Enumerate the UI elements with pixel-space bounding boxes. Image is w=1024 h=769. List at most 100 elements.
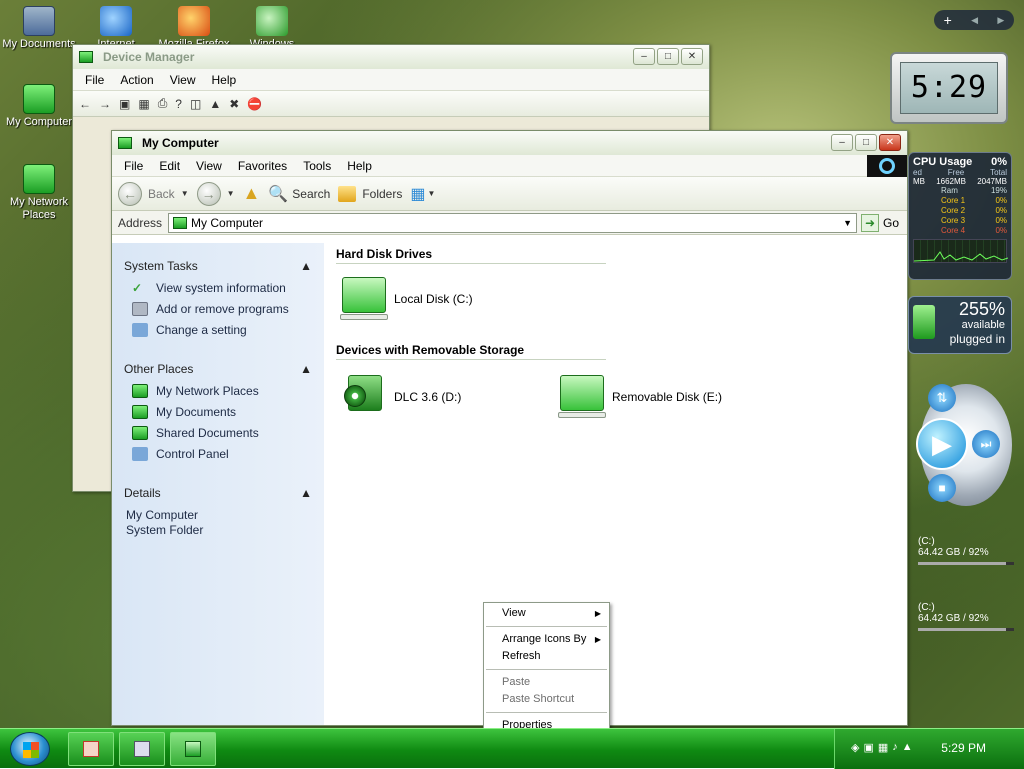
- menu-help[interactable]: Help: [339, 159, 380, 173]
- next-icon[interactable]: ▶: [997, 15, 1004, 26]
- address-dropdown-icon[interactable]: ▼: [843, 218, 852, 228]
- minimize-button[interactable]: –: [831, 134, 853, 151]
- battery-gadget[interactable]: 255% available plugged in: [908, 296, 1012, 354]
- disable-icon[interactable]: ✖: [229, 97, 239, 111]
- removable-disk-e[interactable]: Removable Disk (E:): [558, 375, 722, 419]
- back-arrow-icon[interactable]: ←: [79, 97, 91, 111]
- update-tray-icon[interactable]: ▲: [902, 741, 913, 754]
- folders-button[interactable]: Folders: [338, 185, 402, 202]
- forward-arrow-icon[interactable]: →: [99, 97, 111, 111]
- system-tasks-group: System Tasks ▲ ✓ View system information A…: [124, 259, 312, 338]
- media-player-gadget[interactable]: ▶ ⇅ ⏭ ■: [912, 380, 1012, 510]
- console-tree-icon[interactable]: ▣: [119, 97, 130, 111]
- removable-drive-icon: [558, 375, 606, 419]
- computer-icon: [185, 741, 201, 757]
- add-gadget-icon[interactable]: +: [944, 12, 952, 28]
- back-arrow-icon: ←: [118, 181, 142, 206]
- menu-file[interactable]: File: [77, 73, 112, 87]
- print-icon[interactable]: ⎙: [158, 96, 168, 111]
- local-disk-c[interactable]: Local Disk (C:): [340, 277, 473, 321]
- context-arrange-icons[interactable]: Arrange Icons By ▶: [484, 631, 609, 648]
- update-driver-icon[interactable]: ▲: [209, 97, 221, 111]
- help-icon[interactable]: ?: [175, 97, 182, 111]
- menu-view[interactable]: View: [188, 159, 230, 173]
- search-button[interactable]: 🔍 Search: [268, 184, 330, 204]
- device-manager-icon: [79, 51, 93, 63]
- my-computer-titlebar[interactable]: My Computer – □ ✕: [112, 131, 907, 155]
- network-places-link[interactable]: My Network Places: [132, 384, 312, 399]
- details-header[interactable]: Details ▲: [124, 486, 312, 500]
- menu-tools[interactable]: Tools: [295, 159, 339, 173]
- up-folder-button[interactable]: ▲: [243, 183, 261, 204]
- stop-button[interactable]: ■: [928, 474, 956, 502]
- maximize-button[interactable]: □: [855, 134, 877, 151]
- display-tray-icon[interactable]: ▣: [863, 741, 873, 754]
- safely-remove-tray-icon[interactable]: ▦: [878, 741, 888, 754]
- clock-display: 5:29: [900, 62, 998, 114]
- maximize-button[interactable]: □: [657, 48, 679, 65]
- menu-separator: [486, 626, 607, 627]
- menu-view[interactable]: View: [162, 73, 204, 87]
- collapse-icon[interactable]: ▲: [300, 259, 312, 273]
- my-documents-desktop-icon[interactable]: My Documents: [0, 6, 78, 51]
- views-button[interactable]: ▦ ▼: [410, 184, 435, 204]
- view-system-information-link[interactable]: ✓ View system information: [132, 281, 312, 296]
- close-button[interactable]: ✕: [681, 48, 703, 65]
- shuffle-button[interactable]: ⇅: [928, 384, 956, 412]
- my-computer-desktop-icon[interactable]: My Computer: [0, 84, 78, 129]
- clock-gadget[interactable]: 5:29: [890, 52, 1008, 124]
- properties-icon[interactable]: ▦: [138, 97, 149, 111]
- menu-help[interactable]: Help: [204, 73, 245, 87]
- next-track-button[interactable]: ⏭: [972, 430, 1000, 458]
- windows-logo-throbber: [867, 155, 907, 177]
- forward-button[interactable]: → ▼: [196, 181, 235, 206]
- system-tasks-header[interactable]: System Tasks ▲: [124, 259, 312, 273]
- context-paste[interactable]: Paste: [484, 674, 609, 691]
- dlc-drive-d[interactable]: DLC 3.6 (D:): [340, 375, 461, 419]
- content-pane[interactable]: Hard Disk Drives Local Disk (C:) Devices…: [324, 243, 907, 725]
- menu-separator: [486, 712, 607, 713]
- device-manager-titlebar[interactable]: Device Manager – □ ✕: [73, 45, 709, 69]
- context-properties[interactable]: Properties: [484, 717, 609, 728]
- add-remove-programs-link[interactable]: Add or remove programs: [132, 302, 312, 317]
- cpu-graph: [913, 239, 1008, 263]
- menu-file[interactable]: File: [116, 159, 151, 173]
- menu-action[interactable]: Action: [112, 73, 161, 87]
- uninstall-icon[interactable]: ⛔: [247, 97, 262, 111]
- drive-c-gadget[interactable]: (C:) 64.42 GB / 92%: [918, 536, 1014, 565]
- collapse-icon[interactable]: ▲: [300, 362, 312, 376]
- window-title: My Computer: [142, 136, 219, 150]
- close-button[interactable]: ✕: [879, 134, 901, 151]
- drive-c-gadget-2[interactable]: (C:) 64.42 GB / 92%: [918, 602, 1014, 631]
- network-tray-icon[interactable]: ◈: [851, 741, 859, 754]
- context-refresh[interactable]: Refresh: [484, 648, 609, 665]
- previous-icon[interactable]: ◀: [971, 15, 978, 26]
- taskbar-item-my-computer[interactable]: [170, 732, 216, 766]
- minimize-button[interactable]: –: [633, 48, 655, 65]
- change-setting-link[interactable]: Change a setting: [132, 323, 312, 338]
- my-documents-link[interactable]: My Documents: [132, 405, 312, 420]
- cpu-usage-gadget[interactable]: CPU Usage 0% ed Free Total MB 1662MB 2047MB R…: [908, 152, 1012, 280]
- taskbar-clock[interactable]: 5:29 PM: [941, 741, 986, 755]
- go-button[interactable]: ➜ Go: [860, 213, 899, 232]
- play-button[interactable]: ▶: [916, 418, 968, 470]
- control-panel-link[interactable]: Control Panel: [132, 447, 312, 462]
- shared-documents-link[interactable]: Shared Documents: [132, 426, 312, 441]
- taskbar-item-device-manager[interactable]: [119, 732, 165, 766]
- context-view[interactable]: View ▶: [484, 605, 609, 622]
- address-field[interactable]: My Computer ▼: [168, 212, 857, 233]
- start-button[interactable]: [10, 732, 50, 766]
- control-panel-icon: [132, 323, 148, 337]
- menu-edit[interactable]: Edit: [151, 159, 188, 173]
- collapse-icon[interactable]: ▲: [300, 486, 312, 500]
- context-paste-shortcut[interactable]: Paste Shortcut: [484, 691, 609, 708]
- computer-icon: [173, 216, 188, 229]
- network-places-desktop-icon[interactable]: My Network Places: [0, 164, 78, 222]
- scan-icon[interactable]: ◫: [190, 97, 201, 111]
- volume-tray-icon[interactable]: ♪: [892, 741, 898, 754]
- hard-disk-drives-header: Hard Disk Drives: [336, 247, 606, 264]
- taskbar-item-app[interactable]: [68, 732, 114, 766]
- back-button[interactable]: ← Back ▼: [118, 181, 189, 206]
- menu-favorites[interactable]: Favorites: [230, 159, 295, 173]
- other-places-header[interactable]: Other Places ▲: [124, 362, 312, 376]
